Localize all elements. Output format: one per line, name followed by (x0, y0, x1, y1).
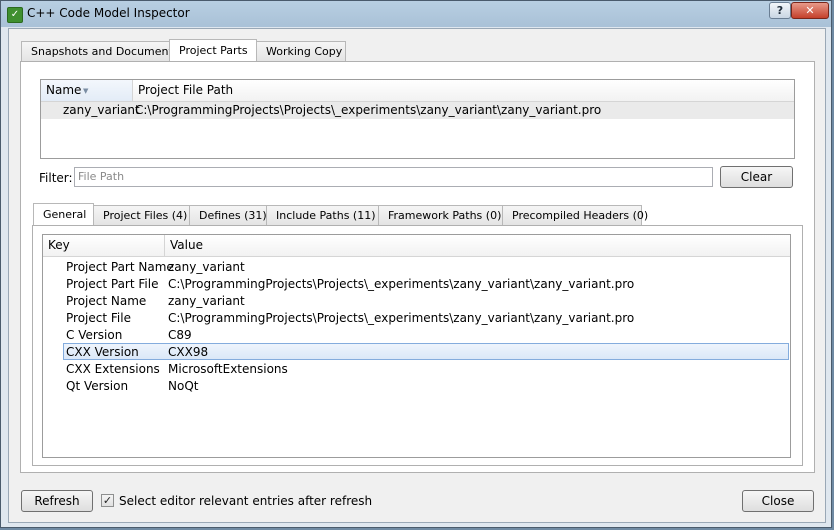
title-bar[interactable]: ✓ C++ Code Model Inspector ? ✕ (1, 1, 831, 27)
key-cell: Project File (66, 311, 131, 325)
value-cell: C:\ProgrammingProjects\Projects\_experim… (168, 277, 635, 291)
app-icon: ✓ (7, 7, 23, 23)
window-close-button[interactable]: ✕ (791, 2, 829, 19)
select-relevant-label[interactable]: Select editor relevant entries after ref… (119, 494, 372, 508)
value-cell: zany_variant (168, 260, 245, 274)
tab-project-files[interactable]: Project Files (4) (93, 205, 190, 225)
table-row[interactable]: C Version C89 (43, 327, 790, 344)
top-tab-bar: Snapshots and Documents Project Parts Wo… (21, 39, 346, 61)
key-cell: CXX Version (66, 345, 139, 359)
tab-defines[interactable]: Defines (31) (189, 205, 267, 225)
part-path-cell: C:\ProgrammingProjects\Projects\_experim… (135, 103, 602, 117)
value-cell: MicrosoftExtensions (168, 362, 288, 376)
table-row[interactable]: Project Part File C:\ProgrammingProjects… (43, 276, 790, 293)
table-row[interactable]: Project Name zany_variant (43, 293, 790, 310)
column-header-project-file-path[interactable]: Project File Path (133, 80, 794, 101)
key-cell: C Version (66, 328, 123, 342)
table-row[interactable]: zany_variant C:\ProgrammingProjects\Proj… (41, 102, 794, 119)
tab-snapshots-and-documents[interactable]: Snapshots and Documents (21, 41, 179, 61)
column-header-name[interactable]: Name ▼ (41, 80, 133, 101)
value-cell: C89 (168, 328, 192, 342)
filter-input[interactable]: File Path (74, 167, 713, 187)
key-cell: CXX Extensions (66, 362, 160, 376)
dialog-client: Snapshots and Documents Project Parts Wo… (8, 28, 826, 523)
select-relevant-checkbox[interactable]: ✓ (101, 494, 114, 507)
value-cell: zany_variant (168, 294, 245, 308)
value-cell: CXX98 (168, 345, 209, 359)
column-header-key[interactable]: Key (43, 235, 165, 256)
detail-tab-bar: General Project Files (4) Defines (31) I… (33, 203, 648, 225)
sort-indicator-icon: ▼ (83, 87, 89, 95)
table-row[interactable]: CXX Extensions MicrosoftExtensions (43, 361, 790, 378)
column-header-value[interactable]: Value (165, 235, 790, 256)
table-row[interactable]: Project File C:\ProgrammingProjects\Proj… (43, 310, 790, 327)
key-cell: Project Part File (66, 277, 159, 291)
table-row[interactable]: Project Part Name zany_variant (43, 259, 790, 276)
tab-include-paths[interactable]: Include Paths (11) (266, 205, 379, 225)
close-button[interactable]: Close (742, 490, 814, 512)
table-header: Name ▼ Project File Path (41, 80, 794, 102)
value-cell: C:\ProgrammingProjects\Projects\_experim… (168, 311, 635, 325)
column-header-label: Name (46, 83, 82, 97)
window-title: C++ Code Model Inspector (27, 6, 190, 20)
key-cell: Project Name (66, 294, 147, 308)
general-table[interactable]: Key Value Project Part Name zany_variant… (42, 234, 791, 458)
part-name-cell: zany_variant (63, 103, 140, 117)
tab-general[interactable]: General (33, 203, 94, 225)
tab-working-copy[interactable]: Working Copy (256, 41, 346, 61)
tab-project-parts[interactable]: Project Parts (169, 39, 257, 61)
filter-label: Filter: (39, 171, 73, 185)
tab-framework-paths[interactable]: Framework Paths (0) (378, 205, 503, 225)
clear-button[interactable]: Clear (720, 166, 793, 188)
key-cell: Project Part Name (66, 260, 174, 274)
table-row[interactable]: Qt Version NoQt (43, 378, 790, 395)
tab-precompiled-headers[interactable]: Precompiled Headers (0) (502, 205, 648, 225)
refresh-button[interactable]: Refresh (21, 490, 93, 512)
key-cell: Qt Version (66, 379, 129, 393)
table-row-selected[interactable]: CXX Version CXX98 (63, 343, 789, 360)
inspector-window: ✓ C++ Code Model Inspector ? ✕ Snapshots… (0, 0, 832, 528)
table-header: Key Value (43, 235, 790, 257)
help-button[interactable]: ? (769, 2, 791, 19)
project-parts-table[interactable]: Name ▼ Project File Path zany_variant C:… (40, 79, 795, 159)
value-cell: NoQt (168, 379, 199, 393)
